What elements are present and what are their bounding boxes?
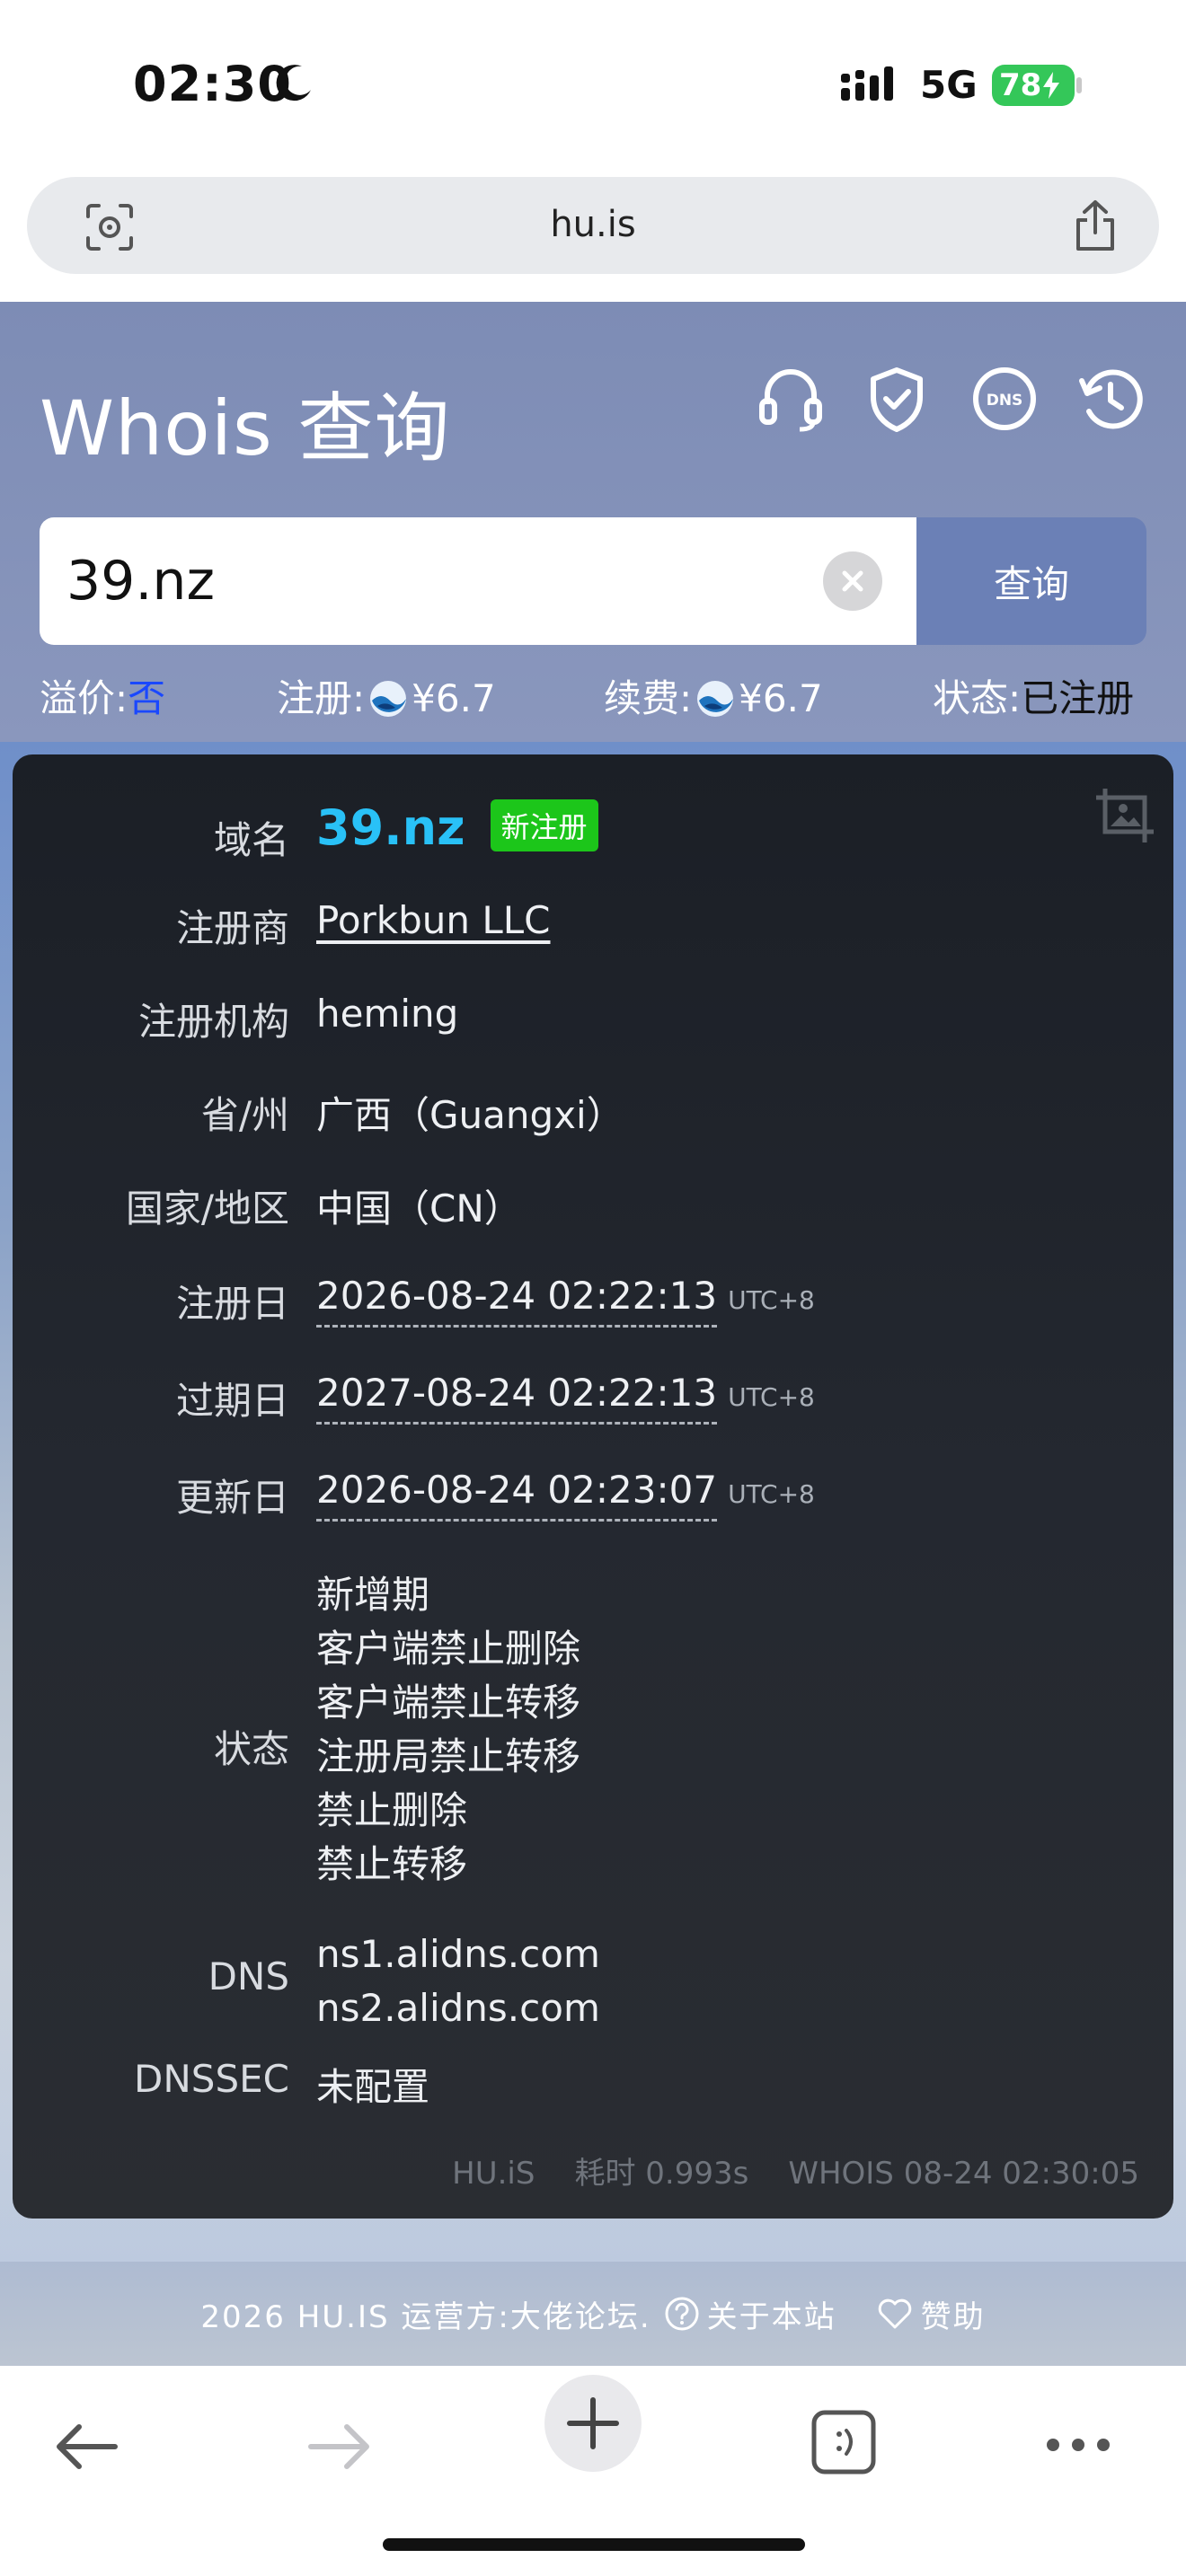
plus-icon [567, 2397, 619, 2449]
nameserver-item: ns1.alidns.com [316, 1932, 600, 1976]
registrar-logo-icon [697, 681, 734, 717]
whois-timestamp: WHOIS 08-24 02:30:05 [788, 2156, 1139, 2192]
status-item: 客户端禁止删除 [316, 1627, 581, 1671]
moon-icon [276, 65, 311, 101]
screenshot-icon[interactable] [1093, 785, 1157, 846]
whois-header: Whois 查询 DNS 查询 溢价:否 注册: ¥6.7 [0, 302, 1186, 742]
clear-input-button[interactable] [823, 551, 882, 611]
premium-label: 溢价: [40, 676, 128, 720]
site-footer: 2026 HU.IS 运营方:大佬论坛. 关于本站 赞助 [0, 2262, 1186, 2366]
share-icon[interactable] [1071, 198, 1120, 252]
status-item: 禁止删除 [316, 1788, 468, 1832]
dnssec-value: 未配置 [316, 2065, 430, 2109]
created-date[interactable]: 2026-08-24 02:22:13 [316, 1274, 718, 1328]
about-label: 关于本站 [706, 2298, 836, 2335]
registrar-link[interactable]: Porkbun LLC [316, 898, 551, 942]
domain-name: 39.nz [316, 799, 465, 856]
dns-label: DNS [208, 1954, 289, 1998]
country-label: 国家/地区 [125, 1187, 289, 1231]
battery-indicator: 78 [992, 65, 1075, 106]
shield-check-icon[interactable] [863, 365, 931, 433]
registrar-logo-icon [370, 681, 407, 717]
sponsor-link[interactable]: 赞助 [876, 2292, 986, 2336]
status-item: 注册局禁止转移 [316, 1734, 581, 1778]
domain-status-list: 新增期 客户端禁止删除 客户端禁止转移 注册局禁止转移 禁止删除 禁止转移 [316, 1568, 580, 1892]
updated-timezone: UTC+8 [728, 1479, 815, 1509]
organization-value: heming [316, 992, 459, 1036]
premium-value: 否 [128, 676, 166, 720]
card-footer: HU.iS 耗时 0.993s WHOIS 08-24 02:30:05 [13, 2148, 1139, 2192]
more-icon[interactable] [1044, 2436, 1112, 2454]
renew-price-info: 续费: ¥6.7 [604, 668, 823, 723]
back-arrow-icon[interactable] [52, 2420, 120, 2474]
registrar-label: 注册商 [175, 906, 289, 950]
tabs-icon[interactable] [809, 2407, 879, 2477]
updated-date[interactable]: 2026-08-24 02:23:07 [316, 1468, 718, 1522]
battery-level: 78 [999, 67, 1042, 103]
domain-value-group: 39.nz 新注册 [316, 799, 598, 856]
query-elapsed: 耗时 0.993s [574, 2156, 749, 2192]
charging-icon [1043, 72, 1060, 99]
status-value: 已注册 [1021, 676, 1135, 720]
register-price: ¥6.7 [412, 676, 496, 720]
sponsor-label: 赞助 [920, 2298, 986, 2335]
dns-list: ns1.alidns.com ns2.alidns.com [316, 1928, 600, 2035]
created-value-group: 2026-08-24 02:22:13 UTC+8 [316, 1274, 815, 1328]
home-indicator [383, 2538, 805, 2551]
expires-label: 过期日 [175, 1379, 289, 1423]
dnssec-label: DNSSEC [134, 2057, 289, 2101]
status-item: 新增期 [316, 1573, 430, 1617]
headset-icon[interactable] [757, 365, 825, 433]
register-price-info: 注册: ¥6.7 [277, 668, 496, 723]
expires-timezone: UTC+8 [728, 1382, 815, 1412]
address-bar[interactable]: hu.is [27, 177, 1159, 274]
heart-icon [878, 2298, 911, 2329]
help-circle-icon [665, 2297, 699, 2331]
battery-cap [1076, 77, 1082, 93]
forward-arrow-icon[interactable] [305, 2420, 374, 2474]
updated-value-group: 2026-08-24 02:23:07 UTC+8 [316, 1468, 815, 1522]
new-registration-badge: 新注册 [490, 799, 598, 851]
dns-icon[interactable]: DNS [970, 365, 1039, 433]
domain-status-label: 状态 [213, 1727, 289, 1771]
status-bar: 02:30 5G 78 [0, 0, 1186, 171]
renew-price: ¥6.7 [739, 676, 823, 720]
copyright-text: 2026 HU.IS 运营方:大佬论坛. [200, 2298, 651, 2335]
card-brand: HU.iS [452, 2156, 535, 2192]
province-label: 省/州 [200, 1093, 289, 1137]
about-link[interactable]: 关于本站 [664, 2292, 836, 2336]
province-value: 广西（Guangxi） [316, 1093, 624, 1137]
network-type: 5G [920, 63, 978, 107]
renew-label: 续费: [604, 676, 693, 720]
pricing-row: 溢价:否 注册: ¥6.7 续费: ¥6.7 状态:已注册 [40, 668, 1146, 722]
url-text: hu.is [550, 204, 636, 245]
country-value: 中国（CN） [316, 1187, 522, 1231]
history-icon[interactable] [1076, 365, 1145, 433]
svg-text:DNS: DNS [987, 392, 1023, 410]
premium-info: 溢价:否 [40, 668, 165, 723]
domain-search-input[interactable] [40, 517, 916, 645]
expires-value-group: 2027-08-24 02:22:13 UTC+8 [316, 1371, 815, 1425]
search-form: 查询 [40, 517, 1146, 645]
signal-icon [841, 66, 893, 101]
close-icon [842, 570, 863, 592]
nameserver-item: ns2.alidns.com [316, 1986, 600, 2030]
register-label: 注册: [277, 676, 366, 720]
new-tab-button[interactable] [544, 2375, 642, 2472]
status-label: 状态: [933, 676, 1022, 720]
organization-label: 注册机构 [137, 1000, 289, 1044]
status-time: 02:30 [133, 56, 292, 112]
created-label: 注册日 [175, 1282, 289, 1326]
updated-label: 更新日 [175, 1476, 289, 1520]
status-info: 状态:已注册 [933, 668, 1134, 723]
expires-date[interactable]: 2027-08-24 02:22:13 [316, 1371, 718, 1425]
created-timezone: UTC+8 [728, 1285, 815, 1315]
status-item: 客户端禁止转移 [316, 1681, 581, 1725]
page-title: Whois 查询 [40, 384, 451, 472]
domain-label: 域名 [213, 818, 289, 862]
whois-result-card: 域名 39.nz 新注册 注册商 Porkbun LLC 注册机构 heming … [13, 754, 1173, 2219]
status-item: 禁止转移 [316, 1842, 468, 1886]
search-button[interactable]: 查询 [916, 517, 1146, 645]
